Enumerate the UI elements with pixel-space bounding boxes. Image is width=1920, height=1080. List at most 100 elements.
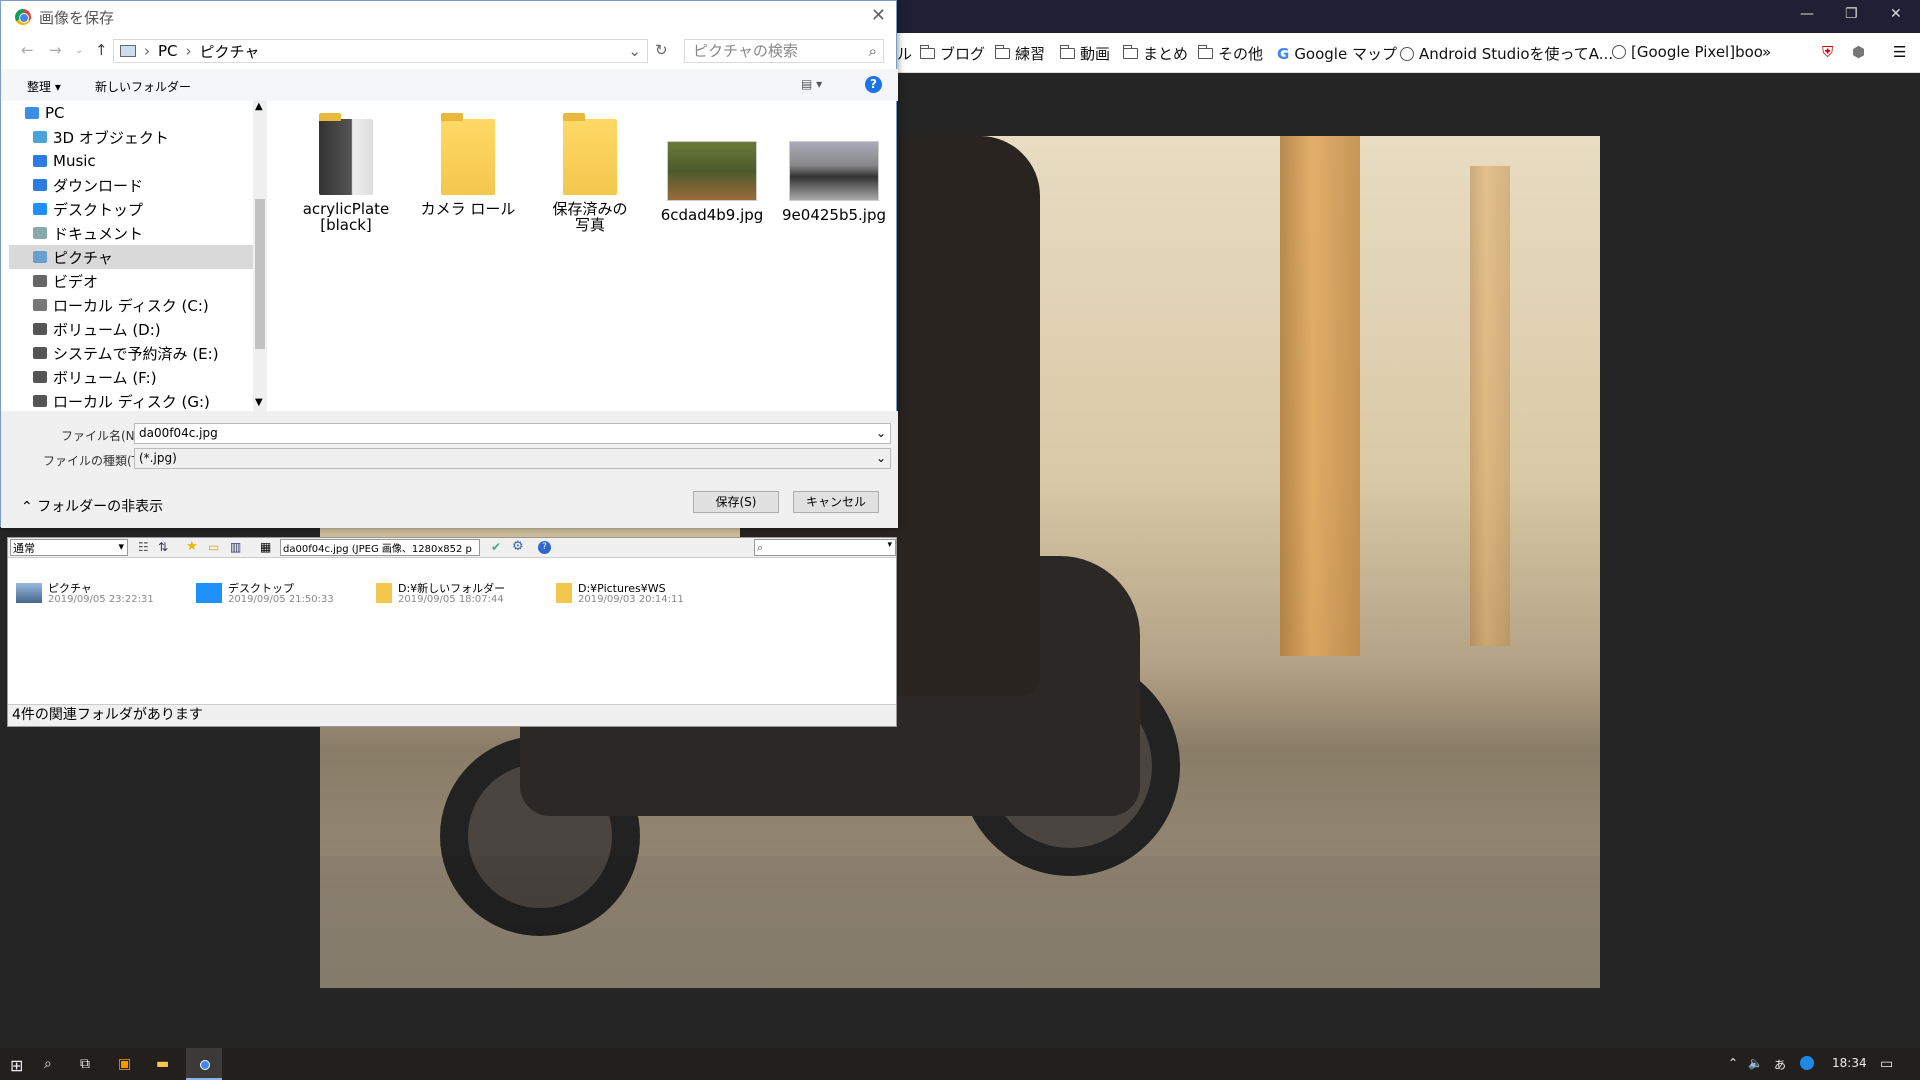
organize-menu[interactable]: 整理 ▾ <box>27 78 61 95</box>
filename-field[interactable]: da00f04c.jpg ⌄ <box>134 423 891 444</box>
task-view-icon[interactable]: ⧉ <box>80 1056 90 1072</box>
nav-item[interactable]: ボリューム (D:) <box>9 317 267 341</box>
help-icon[interactable]: ? <box>538 541 551 554</box>
forward-arrow-icon[interactable]: → <box>49 41 62 59</box>
file-item[interactable]: 9e0425b5.jpg <box>779 111 889 223</box>
mode-select[interactable]: 通常 ▾ <box>10 539 128 556</box>
bookmark-android-studio[interactable]: Android Studioを使ってA... <box>1400 43 1613 64</box>
nav-item[interactable]: デスクトップ <box>9 197 267 221</box>
bookmark-item[interactable]: ル <box>897 43 912 64</box>
sort-icon[interactable]: ⇅ <box>158 540 168 554</box>
related-folder-item[interactable]: ピクチャ 2019/09/05 23:22:31 <box>16 583 154 605</box>
file-item[interactable]: 保存済みの 写真 <box>535 111 645 233</box>
bookmark-folder-other[interactable]: その他 <box>1197 43 1263 64</box>
related-folder-item[interactable]: D:¥新しいフォルダー 2019/09/05 18:07:44 <box>376 583 505 605</box>
nav-item[interactable]: 3D オブジェクト <box>9 125 267 149</box>
bookmark-google-pixel[interactable]: [Google Pixel]boo <box>1612 43 1763 61</box>
list-view-icon[interactable]: ☷ <box>138 540 149 554</box>
cancel-button[interactable]: キャンセル <box>793 491 879 513</box>
breadcrumb-pc[interactable]: PC <box>158 42 178 60</box>
ime-indicator[interactable]: あ <box>1774 1056 1786 1073</box>
helper-status: 4件の関連フォルダがあります <box>8 704 896 726</box>
bookmarks-overflow-icon[interactable]: » <box>1762 43 1771 61</box>
helper-search-input[interactable]: ⌕ ▾ <box>754 539 896 556</box>
file-name: 9e0425b5.jpg <box>782 206 886 224</box>
nav-item[interactable]: ドキュメント <box>9 221 267 245</box>
search-input[interactable]: ピクチャの検索 ⌕ <box>684 39 884 63</box>
up-arrow-icon[interactable]: ↑ <box>95 41 108 59</box>
bookmark-folder-video[interactable]: 動画 <box>1059 43 1110 64</box>
chevron-up-icon[interactable]: ⌃ <box>1728 1056 1738 1070</box>
nav-item[interactable]: Music <box>9 149 267 173</box>
save-button[interactable]: 保存(S) <box>693 491 779 513</box>
folder-icon[interactable]: ▭ <box>208 540 219 554</box>
chevron-down-icon[interactable]: ⌄ <box>876 449 886 468</box>
file-item[interactable]: カメラ ロール <box>413 111 523 217</box>
related-folder-item[interactable]: D:¥Pictures¥WS 2019/09/03 20:14:11 <box>556 583 684 605</box>
file-explorer-icon[interactable]: ▬ <box>156 1056 169 1072</box>
view-options-icon[interactable]: ▤ ▾ <box>801 77 822 91</box>
nav-item[interactable]: ローカル ディスク (G:) <box>9 389 267 411</box>
panel-icon[interactable]: ▥ <box>230 540 241 554</box>
nav-item-icon <box>33 179 47 191</box>
extension-icon[interactable]: ⬢ <box>1852 43 1865 61</box>
chevron-down-icon[interactable]: ⌄ <box>876 424 886 443</box>
mode-value: 通常 <box>13 542 35 555</box>
check-icon[interactable]: ✔ <box>491 540 501 554</box>
onedrive-icon[interactable] <box>1800 1056 1814 1070</box>
location-icon <box>16 583 42 603</box>
address-bar[interactable]: › PC › ピクチャ ⌄ <box>113 39 648 63</box>
scroll-down-icon[interactable]: ▼ <box>255 397 263 408</box>
scroll-thumb[interactable] <box>255 199 265 349</box>
breadcrumb-pictures[interactable]: ピクチャ <box>200 41 260 62</box>
chrome-taskbar-button[interactable] <box>186 1048 222 1080</box>
filetype-select[interactable]: (*.jpg) ⌄ <box>134 448 891 469</box>
nav-item[interactable]: ダウンロード <box>9 173 267 197</box>
nav-item[interactable]: システムで予約済み (E:) <box>9 341 267 365</box>
search-icon[interactable]: ⌕ <box>44 1056 52 1072</box>
clock[interactable]: 18:34 <box>1832 1056 1867 1070</box>
bookmark-google-maps[interactable]: G Google マップ <box>1277 43 1397 64</box>
gear-icon[interactable]: ⚙ <box>512 539 524 554</box>
bookmark-folder-summary[interactable]: まとめ <box>1122 43 1188 64</box>
bookmark-folder-blog[interactable]: ブログ <box>919 43 985 64</box>
close-icon[interactable]: ✕ <box>871 5 886 26</box>
start-icon[interactable]: ⊞ <box>10 1056 23 1075</box>
related-folder-item[interactable]: デスクトップ 2019/09/05 21:50:33 <box>196 583 334 605</box>
chevron-down-icon[interactable]: ⌄ <box>628 42 641 60</box>
volume-icon[interactable]: 🔈 <box>1748 1056 1763 1070</box>
star-icon[interactable]: ★ <box>186 539 198 554</box>
nav-item[interactable]: ピクチャ <box>9 245 267 269</box>
nav-item[interactable]: ビデオ <box>9 269 267 293</box>
dialog-bottom: ファイル名(N): da00f04c.jpg ⌄ ファイルの種類(T): (*.j… <box>1 411 898 528</box>
help-icon[interactable]: ? <box>865 76 882 93</box>
nav-item-label: ボリューム (F:) <box>53 368 157 387</box>
notification-icon[interactable]: ▭ <box>1880 1056 1893 1072</box>
nav-item[interactable]: ローカル ディスク (C:) <box>9 293 267 317</box>
recent-chevron-icon[interactable]: ⌄ <box>75 45 83 56</box>
refresh-icon[interactable]: ↻ <box>655 41 668 59</box>
file-item[interactable]: acrylicPlate [black] <box>291 111 401 233</box>
scroll-up-icon[interactable]: ▲ <box>255 101 263 112</box>
nav-item[interactable]: PC <box>9 101 267 125</box>
menu-icon[interactable]: ☰ <box>1893 43 1906 61</box>
back-arrow-icon[interactable]: ← <box>21 41 34 59</box>
file-item[interactable]: 6cdad4b9.jpg <box>657 111 767 223</box>
calendar-icon[interactable]: ▦ <box>260 540 271 554</box>
new-folder-button[interactable]: 新しいフォルダー <box>95 78 191 95</box>
breadcrumb-sep: › <box>185 42 192 60</box>
hide-folders-toggle[interactable]: ⌃ フォルダーの非表示 <box>21 496 163 516</box>
minimize-icon[interactable]: — <box>1800 6 1814 22</box>
restore-icon[interactable]: ❐ <box>1845 6 1858 22</box>
file-info-field[interactable]: da00f04c.jpg (JPEG 画像、1280x852 p <box>280 539 480 556</box>
close-window-icon[interactable]: ✕ <box>1890 6 1902 22</box>
location-icon <box>196 583 222 603</box>
nav-scrollbar[interactable]: ▲ ▼ <box>253 101 267 411</box>
bookmark-folder-practice[interactable]: 練習 <box>994 43 1045 64</box>
nav-item-icon <box>33 323 47 335</box>
shield-icon[interactable]: ⛨ <box>1822 43 1833 61</box>
nav-item[interactable]: ボリューム (F:) <box>9 365 267 389</box>
file-view: acrylicPlate [black] カメラ ロール 保存済みの 写真 6cdad… <box>291 111 891 401</box>
media-player-icon[interactable]: ▣ <box>118 1056 131 1072</box>
nav-item-label: ダウンロード <box>53 176 144 195</box>
